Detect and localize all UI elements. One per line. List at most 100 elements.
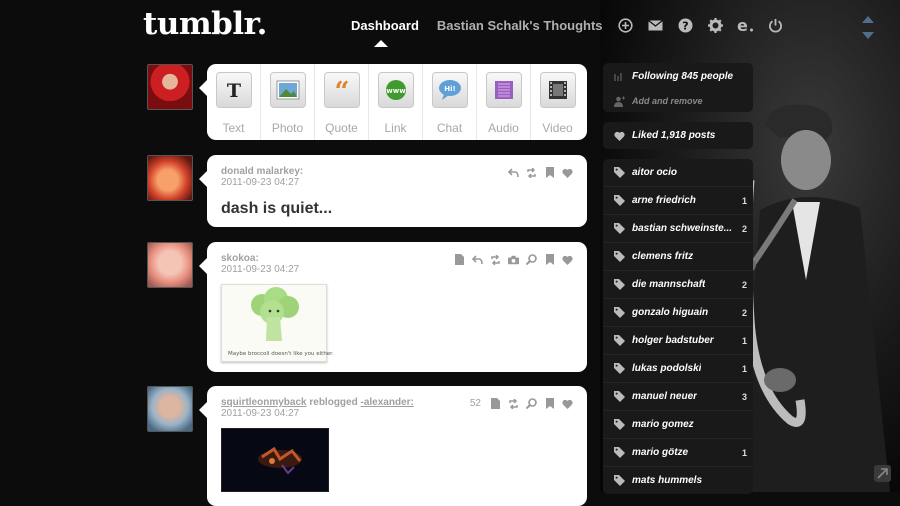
tag-icon	[613, 279, 625, 291]
tag-item[interactable]: clemens fritz	[603, 242, 753, 270]
tag-icon	[613, 251, 625, 263]
tag-item[interactable]: die mannschaft 2	[603, 270, 753, 298]
post-avatar[interactable]	[147, 155, 193, 201]
post-type-chat[interactable]: Hi! Chat	[423, 64, 477, 140]
heart-icon[interactable]	[562, 167, 573, 178]
tag-item[interactable]: holger badstuber 1	[603, 326, 753, 354]
tag-icon	[613, 363, 625, 375]
tag-item[interactable]: gonzalo higuain 2	[603, 298, 753, 326]
post-controls	[501, 167, 573, 178]
post-date: 2011-09-23 04:27	[221, 408, 300, 419]
tumblr-logo[interactable]: tumblr.	[143, 6, 267, 42]
post-type-photo[interactable]: Photo	[261, 64, 315, 140]
tag-icon	[613, 391, 625, 403]
post-text-item: donald malarkey: 2011-09-23 04:27 dash i…	[199, 155, 587, 227]
dark-photo	[258, 446, 302, 475]
heart-icon[interactable]	[562, 254, 573, 265]
bookmark-icon[interactable]	[544, 398, 555, 409]
post-controls: 52	[470, 398, 573, 409]
post-type-quote[interactable]: “ Quote	[315, 64, 369, 140]
nav-dashboard[interactable]: Dashboard	[351, 18, 419, 33]
tag-item[interactable]: manuel neuer 3	[603, 382, 753, 410]
magnify-icon[interactable]	[526, 254, 537, 265]
photo-icon	[269, 72, 306, 108]
tag-icon	[613, 223, 625, 235]
post-author-link[interactable]: squirtleonmyback	[221, 397, 307, 408]
scroll-up-icon[interactable]	[862, 16, 874, 23]
magnify-icon[interactable]	[526, 398, 537, 409]
link-icon: www	[377, 72, 414, 108]
post-type-video[interactable]: Video	[531, 64, 584, 140]
post-controls	[447, 254, 573, 265]
gear-icon[interactable]	[707, 17, 724, 34]
e-icon[interactable]: e	[737, 17, 754, 34]
mail-icon[interactable]	[647, 17, 664, 34]
scroll-top-button[interactable]	[874, 465, 891, 482]
reblog-icon[interactable]	[526, 167, 537, 178]
post-type-text[interactable]: T Text	[207, 64, 261, 140]
reply-icon[interactable]	[508, 167, 519, 178]
post-photo-dark[interactable]	[221, 428, 329, 492]
bookmark-icon[interactable]	[544, 167, 555, 178]
post-date: 2011-09-23 04:27	[221, 177, 300, 188]
tag-item[interactable]: bastian schweinste... 2	[603, 214, 753, 242]
reblog-icon[interactable]	[490, 254, 501, 265]
tag-item[interactable]: mats hummels	[603, 466, 753, 494]
post-avatar[interactable]	[147, 386, 193, 432]
chat-icon: Hi!	[431, 72, 468, 108]
reblog-icon[interactable]	[508, 398, 519, 409]
post-avatar[interactable]	[147, 242, 193, 288]
note-count[interactable]: 52	[470, 398, 481, 409]
arrow-icon	[877, 468, 888, 479]
post-photo-broccoli[interactable]: Maybe broccoli doesn't like you either.	[221, 284, 334, 362]
scroll-down-icon[interactable]	[862, 32, 874, 39]
tag-item[interactable]: aitor ocio	[603, 159, 753, 186]
text-icon: T	[215, 72, 252, 108]
tag-icon	[613, 307, 625, 319]
nav-icons: ? e	[617, 17, 797, 34]
help-icon[interactable]: ?	[677, 17, 694, 34]
video-icon	[539, 72, 576, 108]
user-avatar[interactable]	[147, 64, 193, 110]
heart-icon[interactable]	[562, 398, 573, 409]
post-author[interactable]: donald malarkey:	[221, 166, 303, 177]
reply-icon[interactable]	[472, 254, 483, 265]
sidebar: Following 845 people Add and remove Like…	[603, 63, 753, 504]
plus-icon[interactable]	[617, 17, 634, 34]
camera-icon[interactable]	[508, 254, 519, 265]
svg-text:e: e	[737, 18, 748, 33]
quote-icon: “	[323, 72, 360, 108]
tag-icon	[613, 419, 625, 431]
add-user-icon	[613, 95, 625, 107]
post-reblog-item: squirtleonmyback reblogged -alexander: 2…	[199, 386, 587, 506]
nav-blog[interactable]: Bastian Schalk's Thoughts	[437, 18, 603, 33]
post-type-audio[interactable]: Audio	[477, 64, 531, 140]
post-author: squirtleonmyback reblogged -alexander:	[221, 397, 414, 408]
scroll-arrows[interactable]	[862, 16, 874, 48]
post-body-text: dash is quiet...	[221, 200, 333, 217]
reblog-source-link[interactable]: -alexander:	[361, 397, 414, 408]
tag-item[interactable]: lukas podolski 1	[603, 354, 753, 382]
tag-item[interactable]: mario gomez	[603, 410, 753, 438]
post-author[interactable]: skokoa:	[221, 253, 259, 264]
document-icon[interactable]	[454, 254, 465, 265]
tag-icon	[613, 195, 625, 207]
bookmark-icon[interactable]	[544, 254, 555, 265]
svg-text:Hi!: Hi!	[444, 85, 455, 93]
broccoli-drawing	[251, 287, 299, 341]
heart-icon	[613, 130, 625, 142]
tag-icon	[613, 335, 625, 347]
liked-link[interactable]: Liked 1,918 posts	[603, 122, 753, 149]
liked-box: Liked 1,918 posts	[603, 122, 753, 149]
svg-text:T: T	[226, 80, 240, 101]
tag-item[interactable]: mario götze 1	[603, 438, 753, 466]
document-icon[interactable]	[490, 398, 501, 409]
add-remove-link[interactable]: Add and remove	[603, 90, 753, 112]
following-link[interactable]: Following 845 people	[603, 63, 753, 90]
post-type-link[interactable]: www Link	[369, 64, 423, 140]
power-icon[interactable]	[767, 17, 784, 34]
tag-item[interactable]: arne friedrich 1	[603, 186, 753, 214]
following-box: Following 845 people Add and remove	[603, 63, 753, 112]
post-date: 2011-09-23 04:27	[221, 264, 300, 275]
post-photo-item: skokoa: 2011-09-23 04:27 Maybe broccoli …	[199, 242, 587, 372]
